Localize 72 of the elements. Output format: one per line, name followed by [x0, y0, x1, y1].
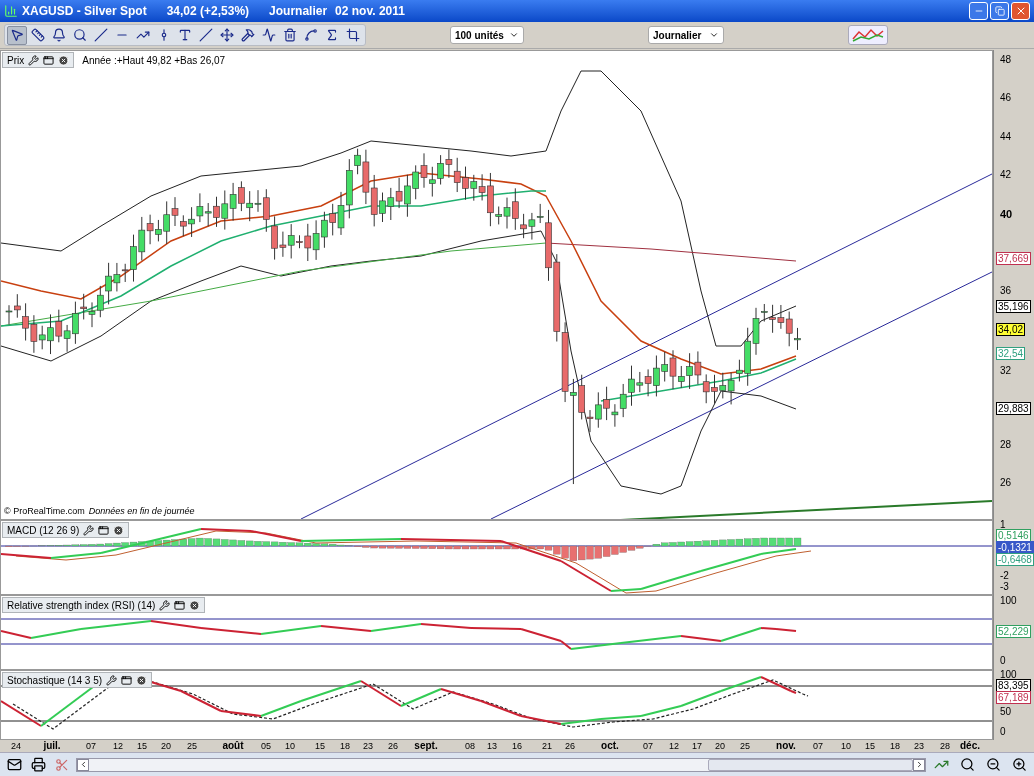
- axis-label: 28: [1000, 439, 1012, 451]
- date-label: 26: [565, 740, 575, 752]
- date-label: 20: [715, 740, 725, 752]
- axis-label: 36: [1000, 285, 1012, 297]
- axis-label: 40: [1000, 208, 1013, 220]
- date-label: 08: [465, 740, 475, 752]
- date-label: 16: [512, 740, 522, 752]
- date-label: 07: [86, 740, 96, 752]
- axis-label: 26: [1000, 477, 1012, 489]
- date-label: déc.: [960, 740, 980, 752]
- date-label: 05: [261, 740, 271, 752]
- date-label: sept.: [414, 740, 438, 752]
- date-label: 18: [340, 740, 350, 752]
- copyright-text: © ProRealTime.com: [4, 504, 85, 518]
- date-label: 28: [940, 740, 950, 752]
- date-label: 25: [187, 740, 197, 752]
- price-tag: 32,54: [996, 347, 1026, 360]
- date-label: 26: [388, 740, 398, 752]
- date-label: 20: [161, 740, 171, 752]
- axis-label: 46: [1000, 92, 1012, 104]
- date-label: 18: [890, 740, 900, 752]
- date-label: 15: [865, 740, 875, 752]
- date-label: août: [222, 740, 244, 752]
- date-label: 13: [487, 740, 497, 752]
- date-label: 23: [363, 740, 373, 752]
- axis-label: -3: [1000, 581, 1009, 593]
- price-tag: 29,883: [996, 402, 1031, 415]
- price-tag: 52,229: [996, 625, 1031, 638]
- axis-label: 0: [1000, 726, 1006, 738]
- price-quote: 34,02 (+2,53%): [166, 3, 250, 20]
- price-tag: 67,189: [996, 691, 1031, 704]
- price-tag: 34,02: [996, 323, 1026, 336]
- date-label: 02 nov. 2011: [335, 3, 405, 20]
- pane-title: Relative strength index (RSI) (14): [7, 598, 156, 613]
- axis-label: 1: [1000, 519, 1006, 531]
- data-note: Données en fin de journée: [88, 504, 195, 518]
- date-label: 24: [11, 740, 21, 752]
- date-label: 12: [669, 740, 679, 752]
- pane-title: Prix: [7, 53, 25, 68]
- date-label: 21: [542, 740, 552, 752]
- date-label: oct.: [601, 740, 619, 752]
- window-title: XAGUSD - Silver Spot: [22, 3, 147, 20]
- axis-label: 32: [1000, 365, 1012, 377]
- axis-label: 44: [1000, 131, 1012, 143]
- period-dropdown[interactable]: Journalier: [648, 26, 724, 44]
- date-label: 25: [740, 740, 750, 752]
- date-label: nov.: [776, 740, 796, 752]
- price-tag: -0,6468: [996, 553, 1034, 566]
- axis-label: 100: [1000, 669, 1017, 681]
- pane-title: Stochastique (14 3 5): [7, 673, 103, 688]
- date-label: 10: [285, 740, 295, 752]
- date-label: 15: [137, 740, 147, 752]
- date-label: 10: [841, 740, 851, 752]
- axis-label: 42: [1000, 169, 1012, 181]
- period-label: Journalier: [269, 3, 328, 20]
- axis-label: 0: [1000, 655, 1006, 667]
- date-label: 23: [914, 740, 924, 752]
- pane-title: MACD (12 26 9): [7, 523, 80, 538]
- date-label: 17: [692, 740, 702, 752]
- date-label: 07: [813, 740, 823, 752]
- year-range: Année :+Haut 49,82 +Bas 26,07: [82, 53, 226, 68]
- axis-label: -2: [1000, 570, 1009, 582]
- axis-label: 100: [1000, 595, 1017, 607]
- date-label: 12: [113, 740, 123, 752]
- axis-label: 50: [1000, 706, 1012, 718]
- axis-label: 48: [1000, 54, 1012, 66]
- price-tag: 37,669: [996, 252, 1031, 265]
- date-label: juil.: [43, 740, 61, 752]
- price-tag: 35,196: [996, 300, 1031, 313]
- date-label: 07: [643, 740, 653, 752]
- units-dropdown[interactable]: 100 unités: [450, 26, 524, 44]
- date-label: 15: [315, 740, 325, 752]
